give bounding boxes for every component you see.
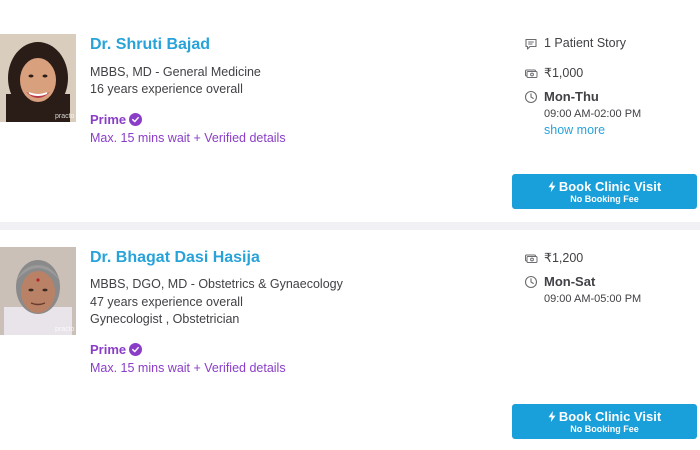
doctor-card: practo Dr. Shruti Bajad MBBS, MD - Gener… bbox=[0, 0, 700, 222]
doctor-qualification: MBBS, DGO, MD - Obstetrics & Gynaecology bbox=[90, 277, 343, 291]
lightning-bolt-icon bbox=[548, 410, 556, 422]
doctor-portrait-image: practo bbox=[0, 34, 76, 122]
lightning-bolt-icon bbox=[548, 180, 556, 192]
doctor-name[interactable]: Dr. Bhagat Dasi Hasija bbox=[90, 249, 260, 267]
timing-hours: 09:00 AM-05:00 PM bbox=[544, 293, 642, 305]
clock-icon bbox=[524, 275, 538, 289]
prime-label: Prime bbox=[90, 342, 143, 357]
patient-stories[interactable]: 1 Patient Story bbox=[524, 36, 626, 51]
clinic-timing: Mon-Thu bbox=[524, 89, 599, 104]
clock-icon bbox=[524, 90, 538, 104]
money-icon bbox=[524, 66, 538, 80]
wait-verified-info: Max. 15 mins wait + Verified details bbox=[90, 361, 286, 375]
doctor-experience: 16 years experience overall bbox=[90, 82, 243, 96]
book-button-label: Book Clinic Visit bbox=[558, 408, 662, 424]
no-booking-fee-label: No Booking Fee bbox=[570, 423, 639, 434]
consultation-fee: ₹1,200 bbox=[524, 250, 583, 265]
doctor-card: practo Dr. Bhagat Dasi Hasija MBBS, DGO,… bbox=[0, 230, 700, 450]
no-booking-fee-label: No Booking Fee bbox=[570, 193, 639, 204]
verified-check-icon bbox=[129, 343, 143, 356]
prime-text: Prime bbox=[90, 342, 127, 357]
fee-value: ₹1,200 bbox=[544, 251, 584, 265]
doctor-portrait-image: practo bbox=[0, 247, 76, 335]
verified-check-icon bbox=[129, 113, 143, 126]
clinic-timing: Mon-Sat bbox=[524, 274, 595, 289]
timing-hours: 09:00 AM-02:00 PM bbox=[544, 108, 642, 120]
card-separator bbox=[0, 222, 700, 230]
photo-watermark: practo bbox=[55, 326, 75, 333]
book-button-label: Book Clinic Visit bbox=[558, 178, 662, 194]
doctor-qualification: MBBS, MD - General Medicine bbox=[90, 65, 261, 79]
chat-bubble-icon bbox=[524, 37, 538, 51]
doctor-experience: 47 years experience overall bbox=[90, 295, 243, 309]
book-clinic-visit-button[interactable]: Book Clinic Visit No Booking Fee bbox=[512, 404, 697, 439]
doctor-name[interactable]: Dr. Shruti Bajad bbox=[90, 36, 210, 54]
photo-watermark: practo bbox=[55, 113, 75, 120]
prime-label: Prime bbox=[90, 112, 143, 127]
wait-verified-info: Max. 15 mins wait + Verified details bbox=[90, 131, 286, 145]
doctor-specialty: Gynecologist , Obstetrician bbox=[90, 312, 240, 326]
patient-stories-text: 1 Patient Story bbox=[544, 36, 626, 50]
doctor-photo[interactable]: practo bbox=[0, 34, 76, 122]
consultation-fee: ₹1,000 bbox=[524, 65, 583, 80]
book-clinic-visit-button[interactable]: Book Clinic Visit No Booking Fee bbox=[512, 174, 697, 209]
prime-text: Prime bbox=[90, 112, 127, 127]
fee-value: ₹1,000 bbox=[544, 66, 584, 80]
show-more-link[interactable]: show more bbox=[544, 123, 605, 137]
timing-days: Mon-Thu bbox=[544, 89, 599, 104]
timing-days: Mon-Sat bbox=[544, 274, 596, 289]
doctor-photo[interactable]: practo bbox=[0, 247, 76, 335]
money-icon bbox=[524, 251, 538, 265]
